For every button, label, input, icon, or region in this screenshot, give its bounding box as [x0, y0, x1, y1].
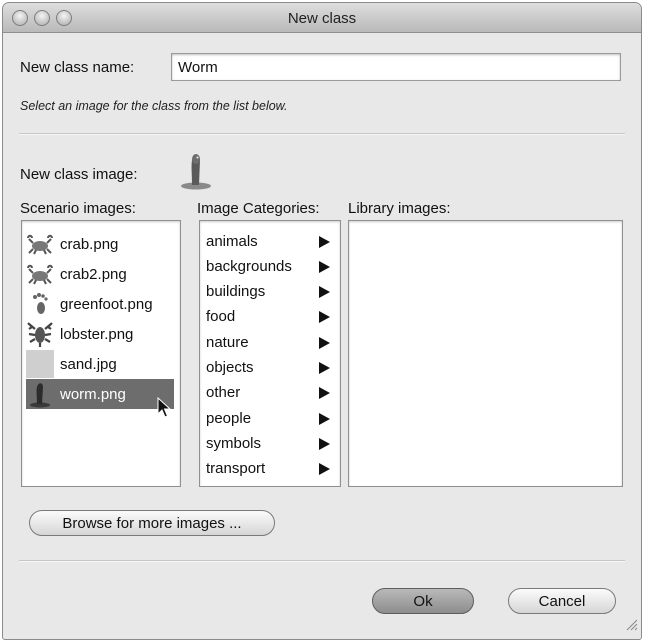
submenu-arrow-icon [319, 361, 330, 374]
submenu-arrow-icon [319, 310, 330, 323]
category-label: other [206, 384, 241, 401]
title-bar: New class [3, 3, 641, 33]
library-images-list[interactable] [348, 220, 623, 487]
list-item-label: sand.jpg [60, 355, 117, 373]
submenu-arrow-icon [319, 285, 330, 298]
cancel-button[interactable]: Cancel [508, 588, 616, 614]
library-images-label: Library images: [348, 200, 451, 217]
category-label: backgrounds [206, 258, 292, 275]
category-label: transport [206, 460, 266, 477]
list-item[interactable]: lobster.png [26, 319, 174, 349]
category-label: people [206, 410, 252, 427]
new-class-dialog: New class New class name: Select an imag… [2, 2, 642, 640]
browse-images-button[interactable]: Browse for more images ... [29, 510, 275, 536]
category-label: animals [206, 233, 258, 250]
list-item[interactable]: crab2.png [26, 259, 174, 289]
separator [19, 133, 625, 135]
worm-icon [179, 150, 213, 190]
submenu-arrow-icon [319, 412, 330, 425]
image-categories-list[interactable]: animals backgrounds buildings food natur… [199, 220, 341, 487]
category-item[interactable]: buildings [206, 279, 334, 304]
category-item[interactable]: food [206, 304, 334, 329]
scenario-images-list[interactable]: crab.png crab2.png greenfoot.png lobster… [21, 220, 181, 487]
mouse-pointer-icon [157, 396, 172, 424]
submenu-arrow-icon [319, 462, 330, 475]
submenu-arrow-icon [319, 235, 330, 248]
category-item[interactable]: people [206, 406, 334, 431]
sand-swatch [26, 350, 54, 378]
submenu-arrow-icon [319, 386, 330, 399]
category-item[interactable]: animals [206, 229, 334, 254]
scenario-images-label: Scenario images: [20, 200, 136, 217]
list-item[interactable]: greenfoot.png [26, 289, 174, 319]
class-image-label: New class image: [20, 166, 138, 183]
image-categories-label: Image Categories: [197, 200, 320, 217]
worm-icon [26, 381, 54, 408]
list-item[interactable]: sand.jpg [26, 349, 174, 379]
submenu-arrow-icon [319, 437, 330, 450]
class-name-label: New class name: [20, 59, 135, 76]
category-label: symbols [206, 435, 262, 452]
list-item[interactable]: crab.png [26, 229, 174, 259]
submenu-arrow-icon [319, 336, 330, 349]
list-item-label: crab.png [60, 235, 119, 253]
category-item[interactable]: transport [206, 456, 334, 481]
category-item[interactable]: objects [206, 355, 334, 380]
category-item[interactable]: symbols [206, 431, 334, 456]
submenu-arrow-icon [319, 260, 330, 273]
list-item-label: greenfoot.png [60, 295, 153, 313]
resize-grip-icon[interactable] [626, 618, 638, 636]
list-item-selected[interactable]: worm.png [26, 379, 174, 409]
crab-icon [26, 261, 54, 287]
category-item[interactable]: nature [206, 330, 334, 355]
ok-button[interactable]: Ok [372, 588, 474, 614]
class-name-input[interactable] [171, 53, 621, 81]
footprint-icon [26, 291, 54, 317]
window-title: New class [287, 10, 357, 27]
category-label: objects [206, 359, 254, 376]
lobster-icon [26, 321, 54, 347]
category-label: nature [206, 334, 249, 351]
instruction-text: Select an image for the class from the l… [20, 99, 288, 113]
list-item-label: worm.png [60, 385, 126, 403]
list-item-label: lobster.png [60, 325, 134, 343]
category-label: buildings [206, 283, 266, 300]
crab-icon [26, 231, 54, 257]
category-label: food [206, 308, 236, 325]
list-item-label: crab2.png [60, 265, 127, 283]
separator [19, 560, 625, 562]
category-item[interactable]: other [206, 380, 334, 405]
category-item[interactable]: backgrounds [206, 254, 334, 279]
